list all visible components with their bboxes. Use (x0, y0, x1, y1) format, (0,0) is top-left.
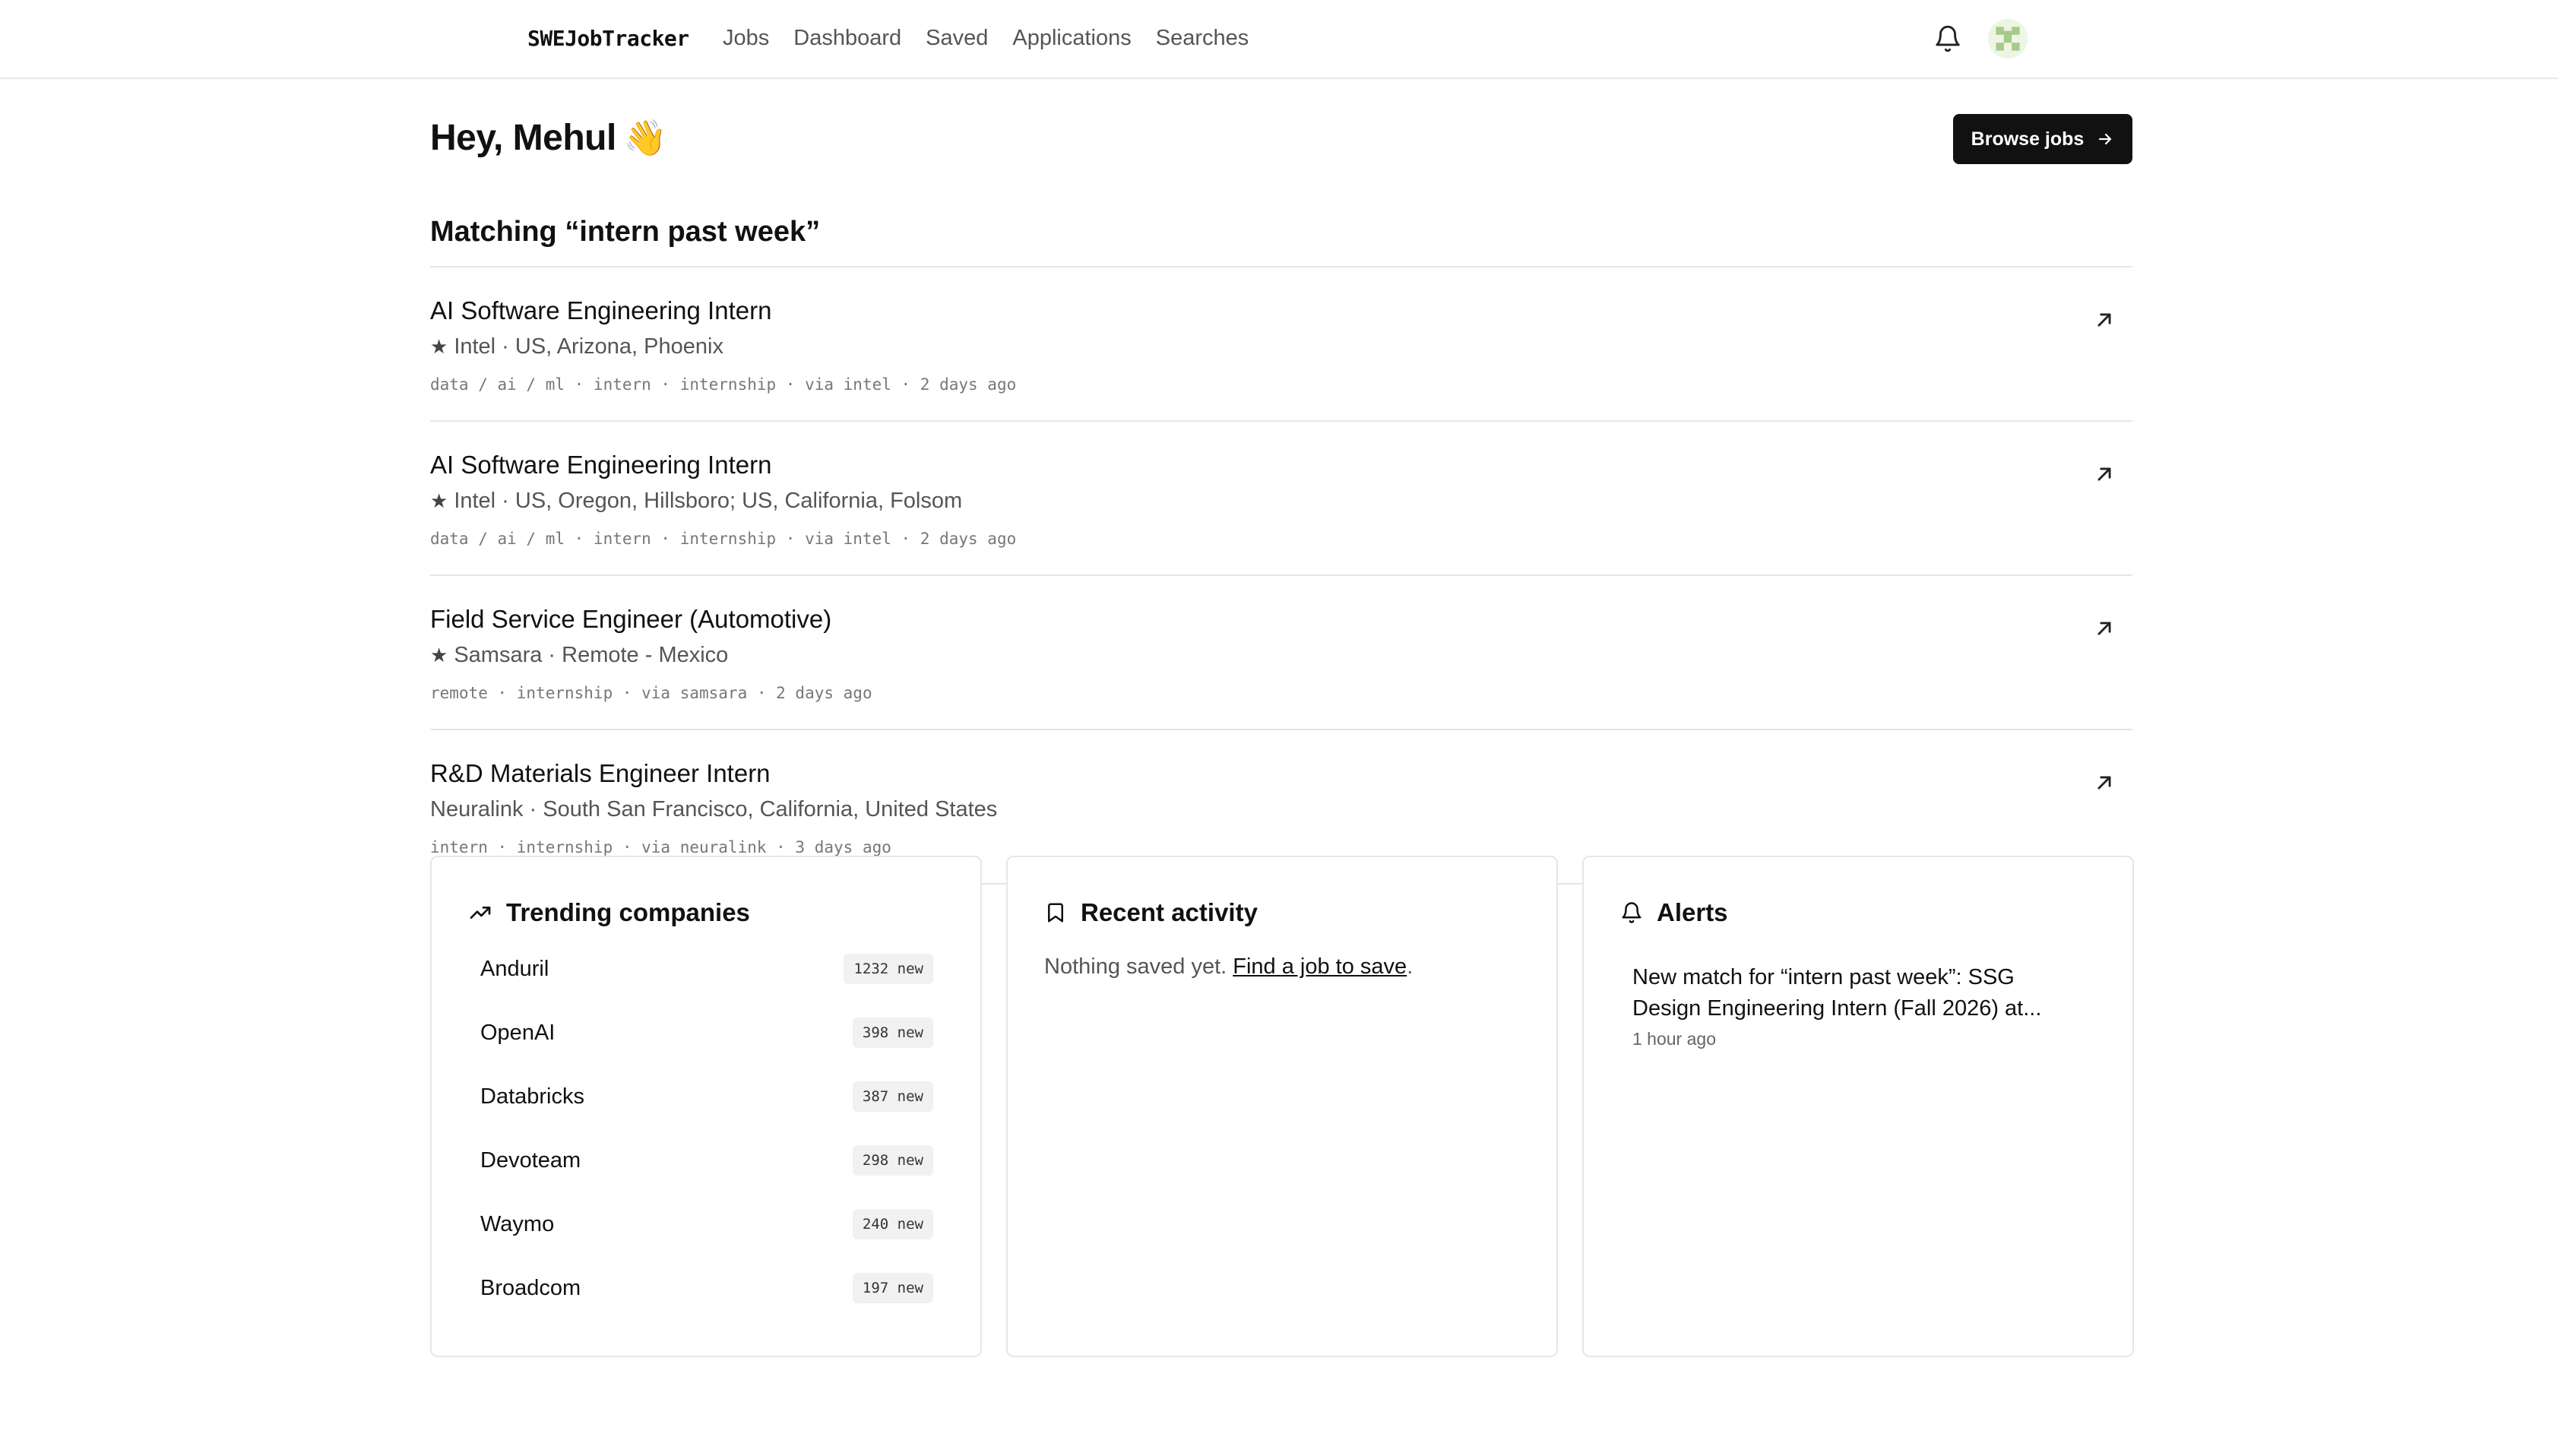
star-icon: ★ (430, 644, 448, 666)
trending-up-icon (470, 907, 491, 919)
company-row[interactable]: Anduril 1232 new (480, 951, 933, 986)
job-company-location: Neuralink · South San Francisco, Califor… (430, 797, 998, 821)
company-name: Broadcom (480, 1275, 581, 1300)
alerts-card-header: Alerts (1620, 898, 1728, 927)
job-title[interactable]: AI Software Engineering Intern (430, 296, 771, 325)
new-count-badge: 387 new (852, 1081, 933, 1112)
job-tags: remote · internship · via samsara · 2 da… (430, 684, 872, 702)
arrow-up-right-icon[interactable] (2091, 616, 2117, 641)
job-meta: Neuralink · South San Francisco, Califor… (430, 797, 997, 822)
company-name: OpenAI (480, 1020, 556, 1045)
alert-text: New match for “intern past week”: SSG De… (1632, 965, 2042, 1021)
job-title[interactable]: R&D Materials Engineer Intern (430, 759, 771, 788)
arrow-right-icon (2099, 133, 2112, 145)
job-row[interactable]: AI Software Engineering Intern ★ Intel ·… (430, 267, 2132, 422)
new-count-badge: 1232 new (844, 954, 933, 984)
empty-saved-text: Nothing saved yet. (1044, 954, 1227, 979)
greeting-heading: Hey, Mehul 👋 (430, 117, 667, 159)
trending-card-title: Trending companies (506, 898, 750, 926)
top-nav-bar: SWEJobTracker Jobs Dashboard Saved Appli… (0, 0, 2558, 79)
job-title[interactable]: AI Software Engineering Intern (430, 451, 771, 480)
avatar-pattern (1988, 19, 2028, 59)
company-row[interactable]: OpenAI 398 new (480, 1015, 933, 1050)
company-row[interactable]: Broadcom 197 new (480, 1271, 933, 1306)
greeting-text: Hey, Mehul (430, 118, 616, 158)
arrow-up-right-icon[interactable] (2091, 770, 2117, 796)
bell-icon (1622, 902, 1641, 923)
nav-link-jobs[interactable]: Jobs (723, 26, 769, 51)
brand-logo[interactable]: SWEJobTracker (527, 26, 689, 51)
company-name: Databricks (480, 1084, 584, 1109)
recent-card-header: Recent activity (1044, 898, 1258, 927)
new-count-badge: 298 new (852, 1145, 933, 1176)
bell-icon (1936, 25, 1960, 52)
job-meta: ★ Samsara · Remote - Mexico (430, 643, 728, 668)
alert-item[interactable]: New match for “intern past week”: SSG De… (1632, 962, 2088, 1049)
star-icon: ★ (430, 489, 448, 512)
company-name: Waymo (480, 1211, 555, 1236)
nav-link-dashboard[interactable]: Dashboard (793, 26, 901, 51)
bookmark-icon (1048, 903, 1063, 923)
star-icon: ★ (430, 335, 448, 358)
recent-card-title: Recent activity (1081, 898, 1258, 926)
find-job-link[interactable]: Find a job to save (1233, 954, 1407, 979)
nav-link-applications[interactable]: Applications (1012, 26, 1131, 51)
arrow-up-right-icon[interactable] (2091, 461, 2117, 487)
job-tags: intern · internship · via neuralink · 3 … (430, 838, 891, 856)
company-row[interactable]: Devoteam 298 new (480, 1143, 933, 1178)
nav-link-searches[interactable]: Searches (1156, 26, 1249, 51)
alert-time: 1 hour ago (1632, 1029, 1716, 1049)
nav-link-saved[interactable]: Saved (926, 26, 988, 51)
job-company-location: Intel · US, Arizona, Phoenix (454, 334, 723, 359)
job-meta: ★ Intel · US, Arizona, Phoenix (430, 334, 723, 359)
job-tags: data / ai / ml · intern · internship · v… (430, 530, 1017, 548)
company-name: Anduril (480, 956, 549, 981)
trending-companies-card: Trending companies Anduril 1232 new OpenAI… (430, 856, 982, 1357)
job-tags: data / ai / ml · intern · internship · v… (430, 375, 1017, 394)
main-nav: Jobs Dashboard Saved Applications Search… (723, 26, 1249, 51)
user-avatar[interactable] (1988, 19, 2028, 59)
empty-saved-message: Nothing saved yet. Find a job to save. (1044, 954, 1413, 980)
company-row[interactable]: Databricks 387 new (480, 1079, 933, 1114)
job-company-location: Intel · US, Oregon, Hillsboro; US, Calif… (454, 489, 963, 513)
new-count-badge: 197 new (852, 1273, 933, 1303)
empty-saved-suffix: . (1407, 954, 1414, 979)
new-count-badge: 240 new (852, 1209, 933, 1239)
alerts-card-title: Alerts (1657, 898, 1728, 926)
arrow-up-right-icon[interactable] (2091, 307, 2117, 333)
new-count-badge: 398 new (852, 1018, 933, 1048)
recent-activity-card: Recent activity Nothing saved yet. Find … (1006, 856, 1558, 1357)
job-row[interactable]: Field Service Engineer (Automotive) ★ Sa… (430, 576, 2132, 730)
wave-emoji: 👋 (623, 118, 667, 157)
job-meta: ★ Intel · US, Oregon, Hillsboro; US, Cal… (430, 489, 962, 514)
job-company-location: Samsara · Remote - Mexico (454, 643, 729, 667)
company-row[interactable]: Waymo 240 new (480, 1207, 933, 1242)
company-name: Devoteam (480, 1147, 581, 1173)
matching-job-list: AI Software Engineering Intern ★ Intel ·… (430, 266, 2132, 885)
matching-section-title: Matching “intern past week” (430, 216, 821, 248)
job-row[interactable]: AI Software Engineering Intern ★ Intel ·… (430, 422, 2132, 576)
alerts-card: Alerts New match for “intern past week”:… (1582, 856, 2134, 1357)
job-title[interactable]: Field Service Engineer (Automotive) (430, 605, 831, 634)
browse-jobs-button[interactable]: Browse jobs (1953, 114, 2132, 164)
browse-jobs-label: Browse jobs (1971, 128, 2085, 150)
notifications-button[interactable] (1933, 24, 1962, 53)
trending-card-header: Trending companies (468, 898, 750, 927)
